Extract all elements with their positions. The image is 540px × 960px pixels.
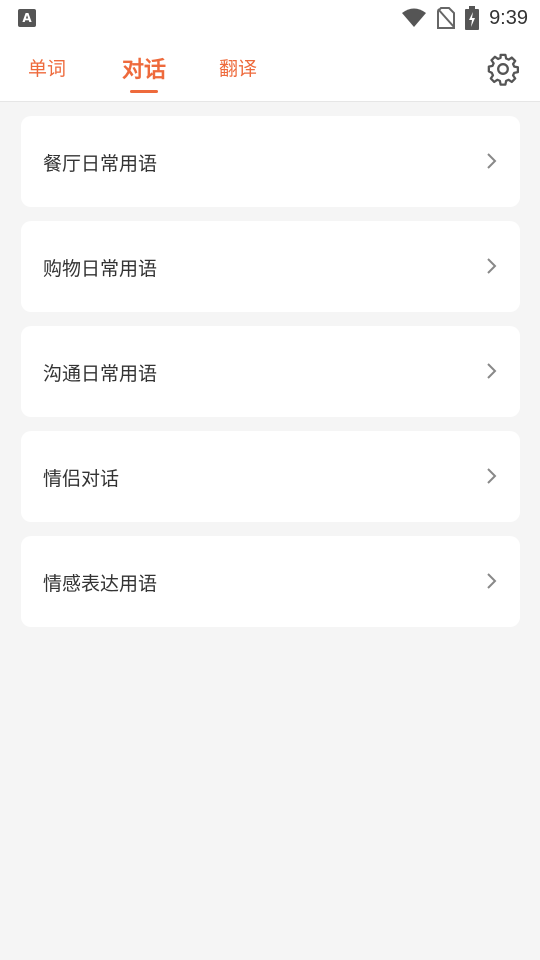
list-item-label: 情感表达用语 [43, 573, 158, 595]
tab-words[interactable]: 单词 [28, 54, 66, 81]
tab-dialogue[interactable]: 对话 [122, 52, 166, 84]
chevron-right-icon [487, 573, 497, 589]
app-notification-icon: A [18, 9, 36, 27]
chevron-right-icon [487, 363, 497, 379]
no-sim-icon [437, 7, 456, 29]
list-item-emotional-expression[interactable]: 情感表达用语 [21, 536, 520, 627]
wifi-icon [402, 8, 427, 27]
list-item-label: 购物日常用语 [43, 258, 158, 280]
dialogue-category-list: 餐厅日常用语 购物日常用语 沟通日常用语 情侣对话 情感表达用语 [21, 116, 520, 641]
gear-icon[interactable] [486, 52, 520, 86]
list-item-label: 沟通日常用语 [43, 363, 158, 385]
list-item-shopping[interactable]: 购物日常用语 [21, 221, 520, 312]
list-item-restaurant[interactable]: 餐厅日常用语 [21, 116, 520, 207]
top-tab-bar: 单词 对话 翻译 [0, 36, 540, 102]
list-item-communication[interactable]: 沟通日常用语 [21, 326, 520, 417]
chevron-right-icon [487, 258, 497, 274]
chevron-right-icon [487, 468, 497, 484]
status-time: 9:39 [489, 6, 528, 29]
list-item-label: 餐厅日常用语 [43, 153, 158, 175]
status-icons: 9:39 [401, 6, 528, 30]
chevron-right-icon [487, 153, 497, 169]
active-tab-indicator [130, 90, 158, 93]
tab-translate[interactable]: 翻译 [219, 54, 257, 81]
status-bar: A 9:39 [0, 0, 540, 36]
list-item-label: 情侣对话 [43, 468, 120, 490]
battery-charging-icon [465, 6, 480, 30]
list-item-couple-dialogue[interactable]: 情侣对话 [21, 431, 520, 522]
